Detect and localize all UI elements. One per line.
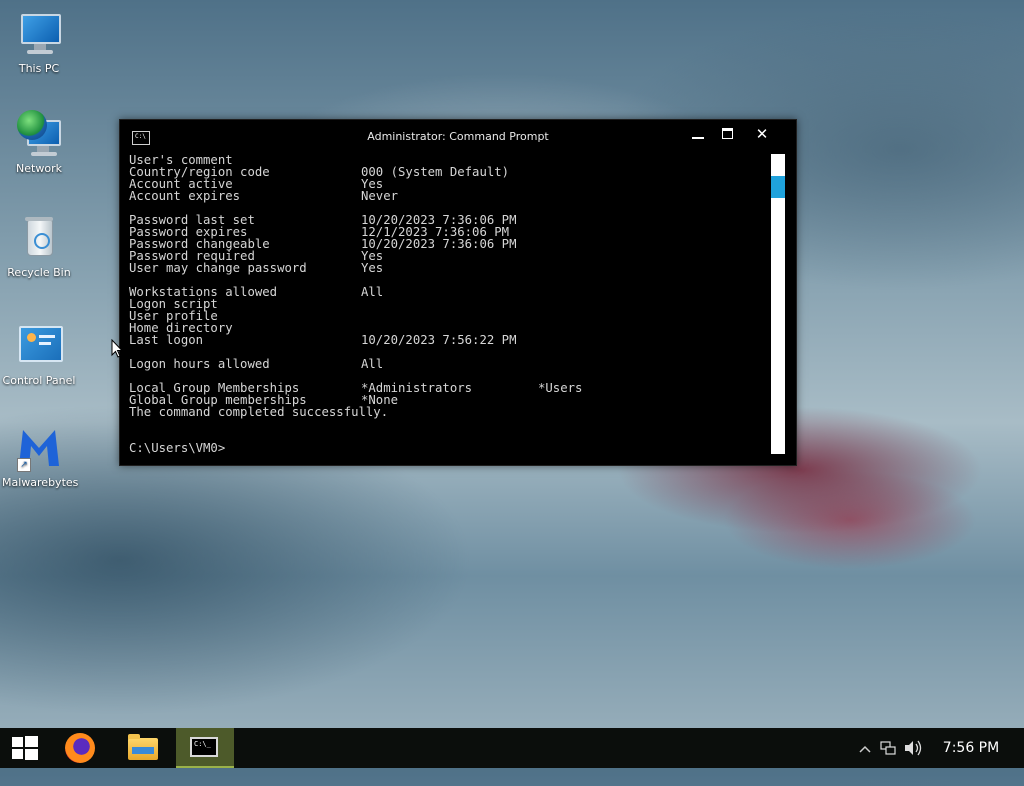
console-value: Never xyxy=(361,189,399,203)
desktop-icon-recycle-bin[interactable]: Recycle Bin xyxy=(2,214,76,279)
console-key: Logon hours allowed xyxy=(129,357,270,371)
desktop-icon-control-panel[interactable]: Control Panel xyxy=(2,322,76,387)
close-icon: ✕ xyxy=(755,125,769,143)
start-button[interactable] xyxy=(0,728,50,768)
minimize-button[interactable] xyxy=(684,124,712,144)
recycle-bin-icon xyxy=(15,214,63,262)
console-line: User may change password Yes xyxy=(129,262,769,274)
show-hidden-icons-button[interactable] xyxy=(858,728,872,768)
console-key: Account expires xyxy=(129,189,241,203)
title-bar[interactable]: C:\ Administrator: Command Prompt ✕ xyxy=(120,120,796,152)
console-line: The command completed successfully. xyxy=(129,406,769,418)
console-line: C:\Users\VM0> xyxy=(129,442,769,454)
console-value: All xyxy=(361,357,384,371)
taskbar-firefox-button[interactable] xyxy=(55,728,107,768)
clock[interactable]: 7:56 PM xyxy=(936,728,1006,768)
console-key: Last logon xyxy=(129,333,204,347)
console-line: Last logon 10/20/2023 7:56:22 PM xyxy=(129,334,769,346)
close-button[interactable]: ✕ xyxy=(748,124,776,144)
console-key: User may change password xyxy=(129,261,307,275)
console-value-2: *Users xyxy=(538,381,583,395)
command-prompt-window[interactable]: C:\ Administrator: Command Prompt ✕ User… xyxy=(119,119,797,466)
maximize-button[interactable] xyxy=(714,124,742,144)
network-status-icon xyxy=(880,741,896,755)
taskbar-file-explorer-button[interactable] xyxy=(116,728,168,768)
console-value: 000 (System Default) xyxy=(361,165,510,179)
desktop-icon-label: This PC xyxy=(18,62,60,75)
desktop-icon-label: Network xyxy=(16,162,62,175)
desktop-icon-label: Control Panel xyxy=(2,374,76,387)
chevron-up-icon xyxy=(859,745,871,753)
command-prompt-icon: C:\_ xyxy=(190,737,218,757)
this-pc-icon xyxy=(15,10,63,58)
control-panel-icon xyxy=(15,322,63,370)
shortcut-arrow-icon: ↗ xyxy=(17,458,31,472)
console-value: Yes xyxy=(361,261,384,275)
console-line: Logon script xyxy=(129,298,769,310)
desktop-icon-label: Recycle Bin xyxy=(7,266,71,279)
console-line: Workstations allowed All xyxy=(129,286,769,298)
console-key: The command completed successfully. xyxy=(129,405,389,419)
taskbar: C:\_ 7:56 PM xyxy=(0,728,1024,768)
desktop-icon-malwarebytes[interactable]: ↗ Malwarebytes xyxy=(2,424,79,489)
desktop-icon-label: Malwarebytes xyxy=(2,476,79,489)
console-output[interactable]: User's comment Country/region code 000 (Sy… xyxy=(129,154,769,456)
mouse-cursor-icon xyxy=(111,339,123,359)
console-line: Logon hours allowed All xyxy=(129,358,769,370)
console-line: Account expires Never xyxy=(129,190,769,202)
console-value: 10/20/2023 7:36:06 PM xyxy=(361,237,517,251)
console-value: 10/20/2023 7:56:22 PM xyxy=(361,333,517,347)
taskbar-command-prompt-button[interactable]: C:\_ xyxy=(176,728,234,768)
network-icon xyxy=(15,110,63,158)
desktop-icon-network[interactable]: Network xyxy=(2,110,76,175)
file-explorer-icon xyxy=(128,734,158,760)
volume-tray-icon[interactable] xyxy=(903,728,923,768)
console-value: All xyxy=(361,285,384,299)
firefox-icon xyxy=(65,733,95,763)
vertical-scrollbar[interactable] xyxy=(771,154,785,454)
scrollbar-thumb[interactable] xyxy=(771,176,785,198)
malwarebytes-icon: ↗ xyxy=(15,424,63,472)
network-tray-icon[interactable] xyxy=(880,728,896,768)
console-key: C:\Users\VM0> xyxy=(129,441,226,455)
desktop-icon-this-pc[interactable]: This PC xyxy=(2,10,76,75)
speaker-icon xyxy=(905,740,922,756)
